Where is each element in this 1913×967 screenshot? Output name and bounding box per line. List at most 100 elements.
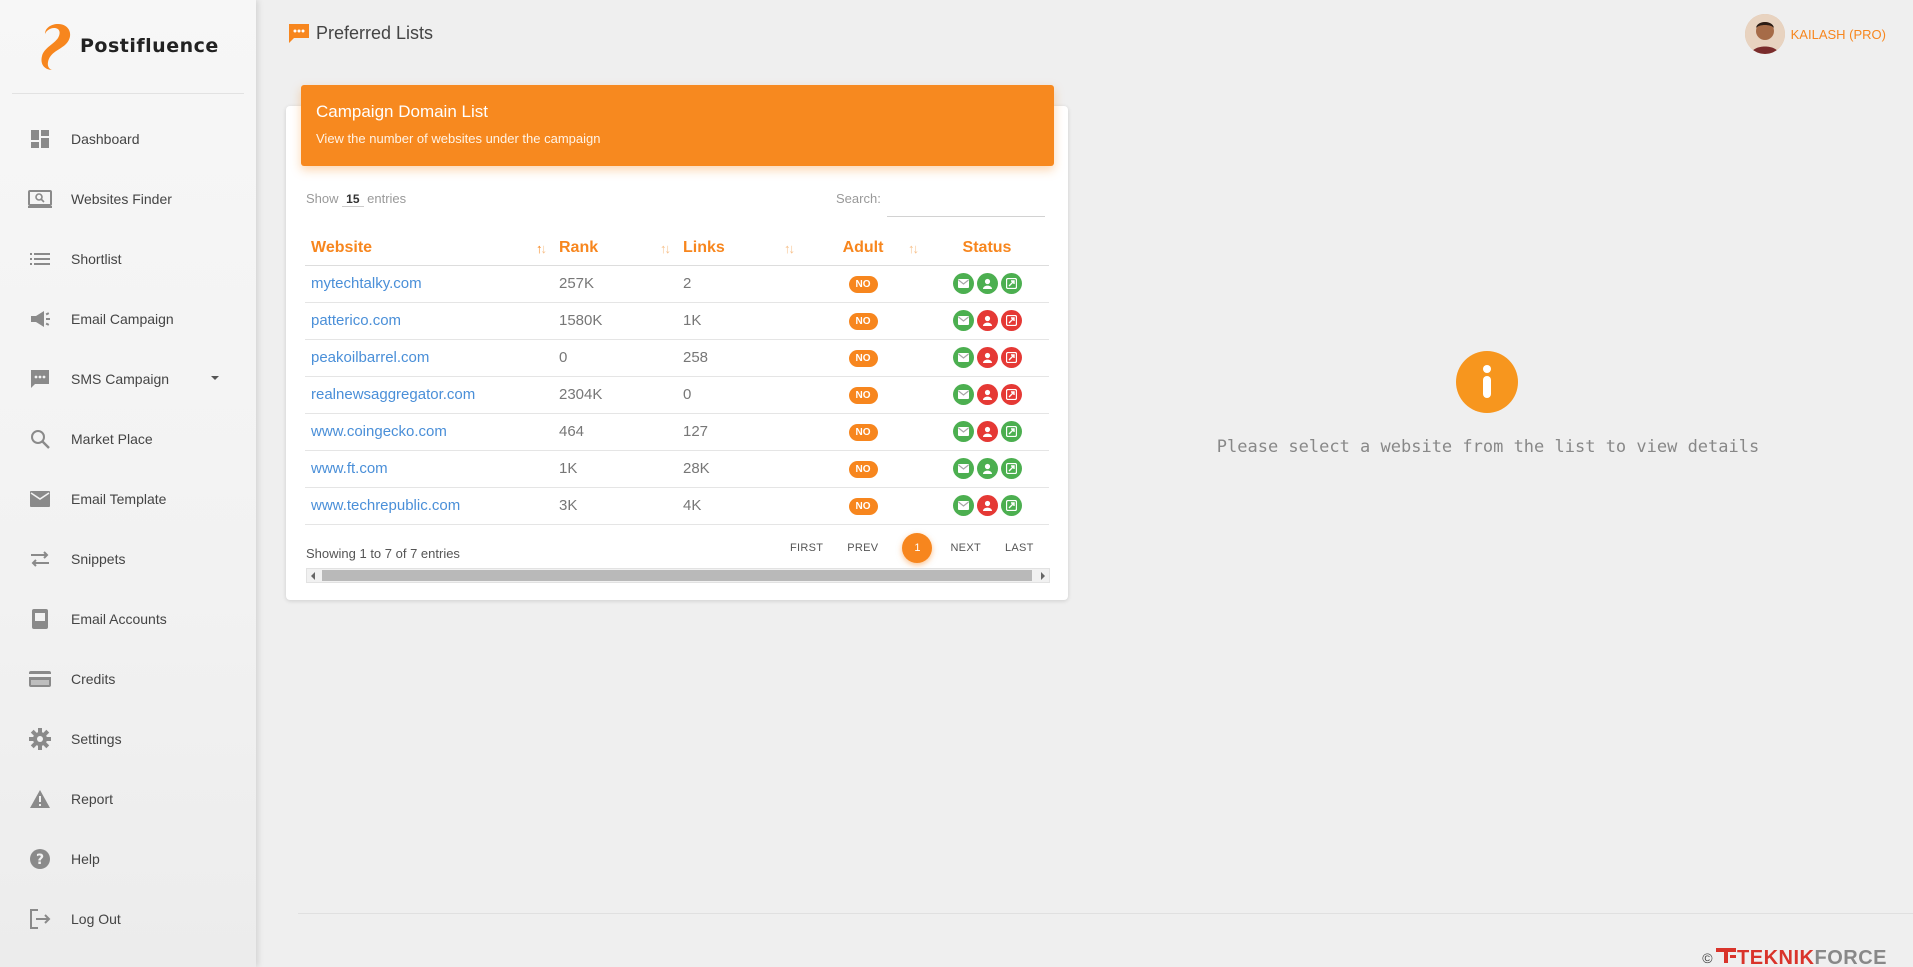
links-cell: 4K — [677, 487, 801, 525]
sidebar-item-credits[interactable]: Credits — [0, 649, 256, 709]
sidebar-item-email-accounts[interactable]: Email Accounts — [0, 589, 256, 649]
avatar[interactable] — [1744, 14, 1785, 54]
pager-last[interactable]: LAST — [1005, 542, 1034, 554]
contact-status-icon[interactable] — [976, 421, 998, 442]
table-row[interactable]: www.coingecko.com 464 127 NO — [305, 413, 1049, 451]
sidebar-item-dashboard[interactable]: Dashboard — [0, 109, 256, 169]
website-link[interactable]: patterico.com — [305, 302, 553, 340]
status-cell — [925, 376, 1049, 414]
sort-icon[interactable]: ↑↓ — [908, 241, 919, 256]
sidebar-item-label: Snippets — [71, 551, 126, 567]
sort-icon[interactable]: ↑↓ — [536, 241, 547, 256]
status-cell — [925, 265, 1049, 303]
scroll-left-arrow-icon[interactable] — [311, 572, 315, 580]
contact-status-icon[interactable] — [976, 347, 998, 368]
link-status-icon[interactable] — [1000, 458, 1022, 479]
sidebar-item-label: SMS Campaign — [71, 371, 170, 387]
contact-status-icon[interactable] — [976, 310, 998, 331]
page-title: Preferred Lists — [288, 22, 433, 44]
card-subtitle: View the number of websites under the ca… — [316, 131, 601, 146]
adult-cell: NO — [801, 376, 925, 414]
pager-current-page[interactable]: 1 — [902, 533, 933, 563]
table-row[interactable]: realnewsaggregator.com 2304K 0 NO — [305, 376, 1049, 414]
status-cell — [925, 339, 1049, 377]
email-status-icon[interactable] — [952, 347, 974, 368]
table-row[interactable]: www.ft.com 1K 28K NO — [305, 450, 1049, 488]
sort-icon[interactable]: ↑↓ — [784, 241, 795, 256]
brand-part-2: FORCE — [1814, 946, 1887, 967]
link-status-icon[interactable] — [1000, 347, 1022, 368]
search-input[interactable] — [886, 191, 1045, 217]
pager-next[interactable]: NEXT — [950, 542, 981, 554]
contact-status-icon[interactable] — [976, 458, 998, 479]
sidebar-item-help[interactable]: ? Help — [0, 829, 256, 889]
chevron-down-icon[interactable] — [211, 376, 219, 380]
email-status-icon[interactable] — [952, 310, 974, 331]
table-row[interactable]: www.techrepublic.com 3K 4K NO — [305, 487, 1049, 525]
column-header-website[interactable]: Website ↑↓ — [305, 232, 553, 266]
websites-finder-icon — [28, 187, 52, 211]
rank-cell: 3K — [553, 487, 677, 525]
website-link[interactable]: www.ft.com — [305, 450, 553, 488]
sidebar-item-websites-finder[interactable]: Websites Finder — [0, 169, 256, 229]
horizontal-scrollbar[interactable] — [306, 568, 1050, 583]
pager-prev[interactable]: PREV — [847, 542, 878, 554]
email-status-icon[interactable] — [952, 273, 974, 294]
scroll-right-arrow-icon[interactable] — [1041, 572, 1045, 580]
contact-status-icon[interactable] — [976, 495, 998, 516]
app-logo[interactable]: Postifluence — [36, 20, 236, 72]
column-header-links[interactable]: Links ↑↓ — [677, 232, 801, 266]
link-status-icon[interactable] — [1000, 310, 1022, 331]
website-link[interactable]: www.techrepublic.com — [305, 487, 553, 525]
scrollbar-thumb[interactable] — [322, 570, 1032, 581]
sidebar-item-report[interactable]: Report — [0, 769, 256, 829]
sidebar-item-sms-campaign[interactable]: SMS Campaign — [0, 349, 256, 409]
adult-badge: NO — [848, 276, 878, 293]
sms-icon — [28, 367, 52, 391]
rank-cell: 2304K — [553, 376, 677, 414]
link-status-icon[interactable] — [1000, 495, 1022, 516]
sidebar-item-label: Help — [71, 851, 100, 867]
email-status-icon[interactable] — [952, 495, 974, 516]
links-cell: 258 — [677, 339, 801, 377]
website-link[interactable]: realnewsaggregator.com — [305, 376, 553, 414]
pager-first[interactable]: FIRST — [790, 542, 823, 554]
adult-cell: NO — [801, 265, 925, 303]
table-row[interactable]: peakoilbarrel.com 0 258 NO — [305, 339, 1049, 377]
column-header-status: Status — [925, 232, 1049, 266]
column-header-rank[interactable]: Rank ↑↓ — [553, 232, 677, 266]
sidebar-item-market-place[interactable]: Market Place — [0, 409, 256, 469]
sidebar-item-email-template[interactable]: Email Template — [0, 469, 256, 529]
link-status-icon[interactable] — [1000, 421, 1022, 442]
sidebar-item-settings[interactable]: Settings — [0, 709, 256, 769]
link-status-icon[interactable] — [1000, 384, 1022, 405]
link-status-icon[interactable] — [1000, 273, 1022, 294]
sidebar-item-log-out[interactable]: Log Out — [0, 889, 256, 949]
table-row[interactable]: mytechtalky.com 257K 2 NO — [305, 265, 1049, 303]
links-cell: 1K — [677, 302, 801, 340]
brand-part-1: TEKNIK — [1737, 946, 1815, 967]
page-length-control: Show 15 entries — [306, 191, 406, 207]
sidebar-item-label: Market Place — [71, 431, 153, 447]
sidebar-item-email-campaign[interactable]: Email Campaign — [0, 289, 256, 349]
footer-brand: © TEKNIK FORCE — [1702, 946, 1887, 967]
email-status-icon[interactable] — [952, 384, 974, 405]
website-link[interactable]: www.coingecko.com — [305, 413, 553, 451]
email-status-icon[interactable] — [952, 421, 974, 442]
page-length-select[interactable]: 15 — [342, 192, 364, 207]
card-title: Campaign Domain List — [316, 102, 488, 121]
website-link[interactable]: mytechtalky.com — [305, 265, 553, 303]
sidebar-item-snippets[interactable]: Snippets — [0, 529, 256, 589]
adult-cell: NO — [801, 302, 925, 340]
website-link[interactable]: peakoilbarrel.com — [305, 339, 553, 377]
column-header-adult[interactable]: Adult ↑↓ — [801, 232, 925, 266]
search-icon — [28, 427, 52, 451]
sidebar-item-shortlist[interactable]: Shortlist — [0, 229, 256, 289]
contact-status-icon[interactable] — [976, 384, 998, 405]
user-menu[interactable]: KAILASH (PRO) — [1744, 14, 1886, 54]
contact-status-icon[interactable] — [976, 273, 998, 294]
table-row[interactable]: patterico.com 1580K 1K NO — [305, 302, 1049, 340]
sort-icon[interactable]: ↑↓ — [660, 241, 671, 256]
email-status-icon[interactable] — [952, 458, 974, 479]
mail-icon — [28, 487, 52, 511]
